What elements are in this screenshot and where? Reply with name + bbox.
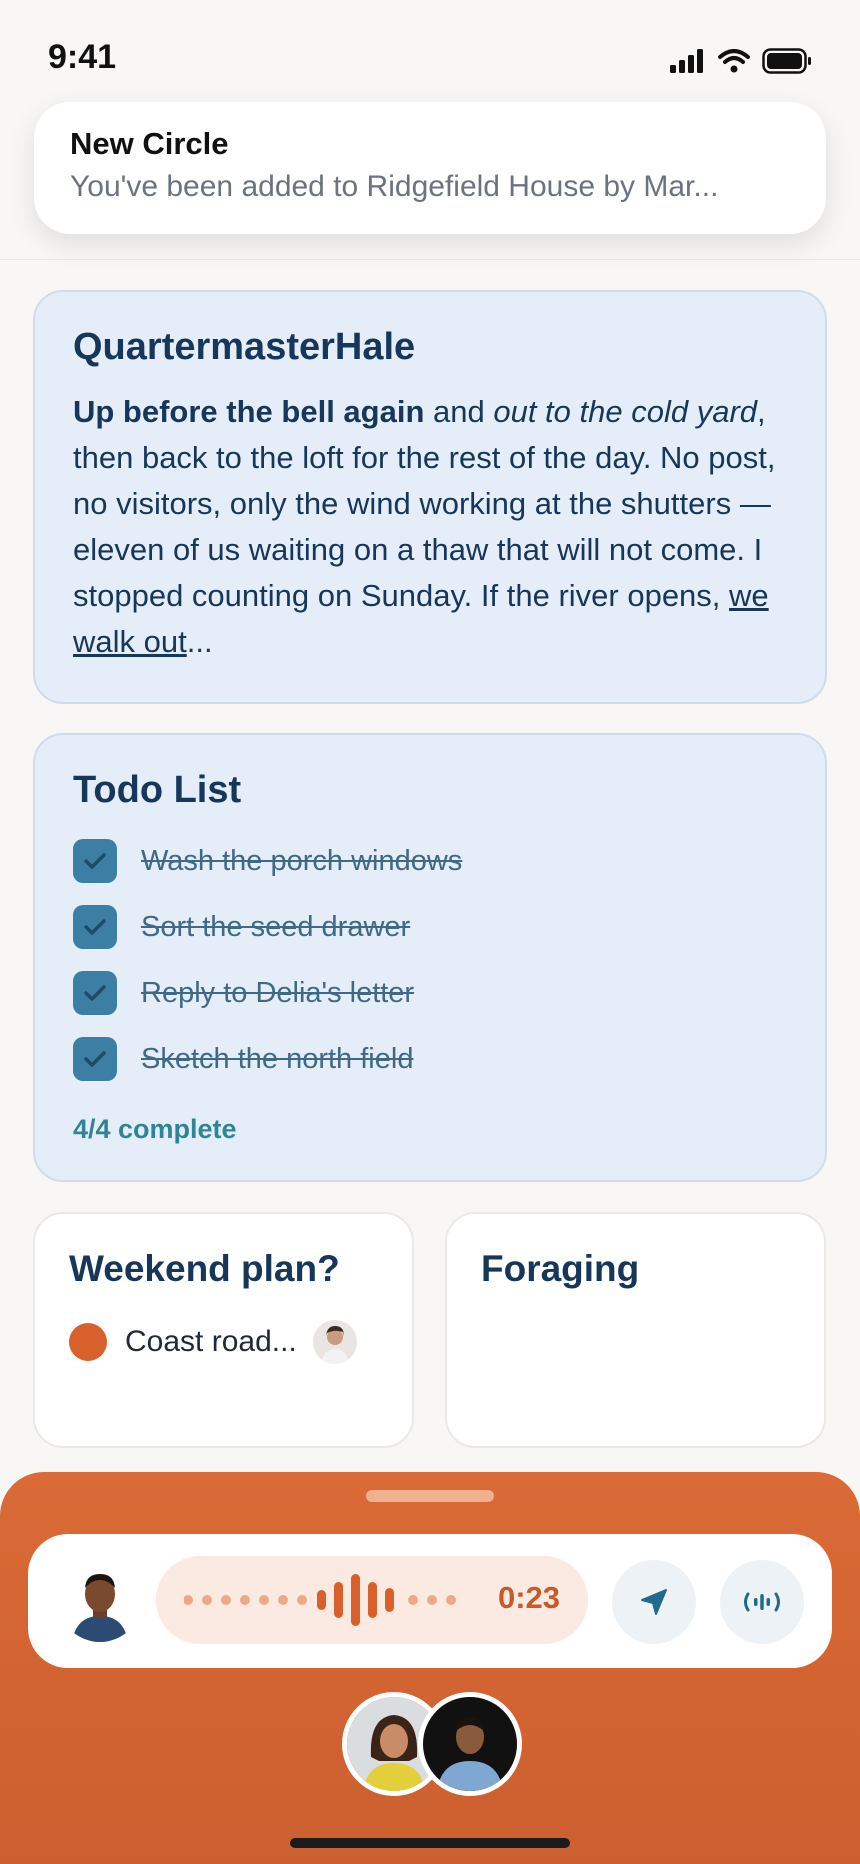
- bottom-sheet: 0:23: [0, 1472, 860, 1864]
- checkmark-icon: [84, 985, 106, 1001]
- todo-item[interactable]: Sketch the north field: [73, 1026, 787, 1092]
- weekend-plan-card[interactable]: Weekend plan? Coast road...: [33, 1212, 414, 1448]
- member-avatar[interactable]: [418, 1692, 522, 1796]
- post-ellipsis: ...: [186, 624, 213, 659]
- circle-members[interactable]: [342, 1692, 522, 1796]
- todo-label: Reply to Delia's letter: [141, 976, 415, 1009]
- todo-progress: 4/4 complete: [73, 1114, 237, 1144]
- todo-label: Wash the porch windows: [141, 844, 463, 877]
- post-plain-text: and: [424, 394, 494, 429]
- todo-item[interactable]: Sort the seed drawer: [73, 894, 787, 960]
- post-italic-text: out to the cold yard: [493, 394, 758, 429]
- post-text: Up before the bell again and out to the …: [73, 389, 787, 665]
- poll-option[interactable]: Coast road...: [69, 1320, 378, 1364]
- status-icons: [670, 48, 812, 74]
- audio-wave-icon: [744, 1592, 780, 1612]
- todo-card[interactable]: Todo List Wash the porch windows Sort th…: [33, 733, 827, 1182]
- post-author: QuartermasterHale: [73, 326, 416, 368]
- weekend-plan-title: Weekend plan?: [69, 1248, 340, 1289]
- wifi-icon: [718, 49, 750, 73]
- post-card[interactable]: QuartermasterHale Up before the bell aga…: [33, 290, 827, 704]
- cellular-signal-icon: [670, 49, 703, 73]
- status-time: 9:41: [48, 38, 117, 76]
- voice-composer: 0:23: [28, 1534, 832, 1668]
- todo-label: Sketch the north field: [141, 1042, 414, 1075]
- foraging-card[interactable]: Foraging: [445, 1212, 826, 1448]
- divider: [0, 259, 860, 260]
- foraging-title: Foraging: [481, 1248, 640, 1289]
- checkmark-icon: [84, 919, 106, 935]
- todo-list: Wash the porch windows Sort the seed dra…: [73, 828, 787, 1092]
- notification-banner[interactable]: New Circle You've been added to Ridgefie…: [34, 102, 826, 234]
- checkbox-checked[interactable]: [73, 971, 117, 1015]
- avatar[interactable]: [58, 1558, 142, 1642]
- todo-label: Sort the seed drawer: [141, 910, 411, 943]
- checkbox-checked[interactable]: [73, 839, 117, 883]
- checkbox-checked[interactable]: [73, 1037, 117, 1081]
- post-bold-text: Up before the bell again: [73, 394, 425, 429]
- poll-option-dot: [69, 1323, 107, 1361]
- todo-item[interactable]: Wash the porch windows: [73, 828, 787, 894]
- audio-button[interactable]: [720, 1560, 804, 1644]
- notification-body: You've been added to Ridgefield House by…: [70, 170, 719, 203]
- checkbox-checked[interactable]: [73, 905, 117, 949]
- voice-message-player[interactable]: 0:23: [156, 1556, 588, 1644]
- todo-item[interactable]: Reply to Delia's letter: [73, 960, 787, 1026]
- battery-icon: [762, 48, 811, 74]
- waveform-icon: [184, 1574, 456, 1626]
- todo-title: Todo List: [73, 769, 242, 811]
- send-button[interactable]: [612, 1560, 696, 1644]
- status-bar: 9:41: [0, 0, 860, 110]
- grab-handle[interactable]: [366, 1490, 494, 1502]
- voice-duration: 0:23: [497, 1580, 560, 1615]
- checkmark-icon: [84, 1051, 106, 1067]
- notification-title: New Circle: [70, 126, 229, 161]
- checkmark-icon: [84, 853, 106, 869]
- poll-option-label: Coast road...: [125, 1325, 297, 1358]
- home-indicator: [290, 1838, 570, 1848]
- send-icon: [641, 1589, 667, 1615]
- voter-avatar: [312, 1320, 357, 1364]
